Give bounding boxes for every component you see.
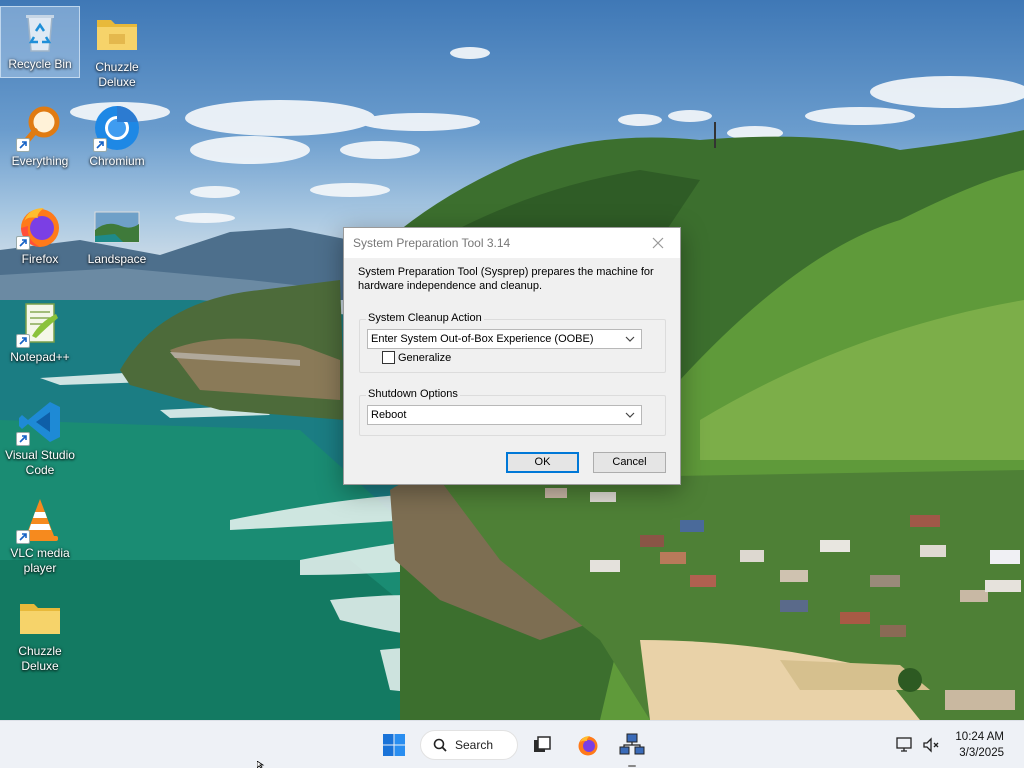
desktop-icon-label: Notepad++ — [10, 350, 70, 364]
dialog-titlebar[interactable]: System Preparation Tool 3.14 — [344, 228, 680, 258]
task-view-icon — [534, 736, 551, 752]
shortcut-arrow-icon — [16, 334, 30, 348]
desktop-icon-chuzzle-deluxe-folder[interactable]: Chuzzle Deluxe — [0, 594, 80, 674]
start-button[interactable] — [378, 729, 410, 761]
desktop-icon-label: Chuzzle Deluxe — [18, 644, 62, 673]
start-icon — [383, 734, 405, 756]
desktop-icon-label: Firefox — [21, 252, 59, 266]
clock-date: 3/3/2025 — [959, 747, 1004, 759]
shutdown-options-group: Shutdown Options Reboot — [359, 388, 666, 436]
shortcut-arrow-icon — [93, 138, 107, 152]
mouse-pointer-icon — [257, 761, 265, 768]
desktop-icon-recycle-bin[interactable]: Recycle Bin — [0, 6, 80, 78]
chevron-down-icon — [625, 412, 635, 418]
generalize-checkbox[interactable]: Generalize — [382, 351, 451, 364]
dialog-description: System Preparation Tool (Sysprep) prepar… — [358, 266, 654, 292]
desktop-icon-label: Landspace — [87, 252, 147, 266]
firefox-icon — [16, 202, 64, 250]
folder-icon — [93, 10, 141, 58]
shutdown-options-value: Reboot — [371, 409, 407, 421]
volume-muted-icon — [923, 737, 939, 753]
task-view-button[interactable] — [526, 729, 558, 761]
clock-time: 10:24 AM — [955, 731, 1004, 743]
desktop-icon-landspace[interactable]: Landspace — [77, 202, 157, 267]
desktop-icon-visual-studio-code[interactable]: Visual Studio Code — [0, 398, 80, 478]
desktop-icon-label: Recycle Bin — [8, 57, 72, 71]
taskbar: Search 10:24 AM 3/3/2025 — [0, 720, 1024, 768]
shortcut-arrow-icon — [16, 530, 30, 544]
dialog-title: System Preparation Tool 3.14 — [353, 236, 511, 250]
landscape-image-icon — [93, 202, 141, 250]
running-indicator — [628, 765, 636, 767]
cleanup-action-value: Enter System Out-of-Box Experience (OOBE… — [371, 333, 594, 345]
shortcut-arrow-icon — [16, 432, 30, 446]
desktop-icon-chuzzle-deluxe[interactable]: Chuzzle Deluxe — [77, 10, 157, 90]
search-label: Search — [455, 738, 494, 752]
cleanup-action-dropdown[interactable]: Enter System Out-of-Box Experience (OOBE… — [367, 329, 642, 349]
vscode-icon — [16, 398, 64, 446]
desktop-icon-notepad-plus-plus[interactable]: Notepad++ — [0, 300, 80, 365]
recycle-bin-icon — [16, 7, 64, 55]
shortcut-arrow-icon — [16, 236, 30, 250]
desktop-icon-vlc[interactable]: VLC media player — [0, 496, 80, 576]
desktop-icon-label: Chuzzle Deluxe — [95, 60, 139, 89]
notepad-plus-plus-icon — [16, 300, 64, 348]
desktop-icon-everything[interactable]: Everything — [0, 104, 80, 169]
desktop-icon-label: Chromium — [89, 154, 145, 168]
folder-icon — [16, 594, 64, 642]
firefox-icon — [578, 736, 598, 756]
shutdown-options-label: Shutdown Options — [366, 388, 460, 400]
taskbar-network-app[interactable] — [616, 729, 648, 761]
everything-search-icon — [16, 104, 64, 152]
desktop-icon-firefox[interactable]: Firefox — [0, 202, 80, 267]
shortcut-arrow-icon — [16, 138, 30, 152]
chevron-down-icon — [625, 336, 635, 342]
desktop-icon-label: VLC media player — [10, 546, 70, 575]
cleanup-action-group: System Cleanup Action Enter System Out-o… — [359, 312, 666, 373]
cancel-button[interactable]: Cancel — [593, 452, 666, 473]
generalize-label: Generalize — [398, 351, 452, 364]
checkbox-box[interactable] — [382, 351, 395, 364]
close-button[interactable] — [640, 230, 676, 256]
taskbar-firefox[interactable] — [572, 729, 604, 761]
network-app-icon — [619, 733, 645, 755]
desktop-icon-chromium[interactable]: Chromium — [77, 104, 157, 169]
desktop-icon-label: Everything — [11, 154, 69, 168]
search-icon — [433, 738, 447, 752]
volume-button[interactable] — [920, 729, 942, 761]
network-status-button[interactable] — [894, 729, 916, 761]
sysprep-dialog: System Preparation Tool 3.14 System Prep… — [343, 227, 681, 485]
close-icon — [652, 237, 664, 249]
ok-button[interactable]: OK — [506, 452, 579, 473]
vlc-icon — [16, 496, 64, 544]
taskbar-clock[interactable]: 10:24 AM 3/3/2025 — [955, 729, 1004, 761]
chromium-icon — [93, 104, 141, 152]
taskbar-search-box[interactable]: Search — [420, 730, 518, 760]
desktop-icon-label: Visual Studio Code — [5, 448, 75, 477]
cleanup-action-label: System Cleanup Action — [366, 312, 484, 324]
shutdown-options-dropdown[interactable]: Reboot — [367, 405, 642, 425]
network-status-icon — [896, 737, 912, 752]
